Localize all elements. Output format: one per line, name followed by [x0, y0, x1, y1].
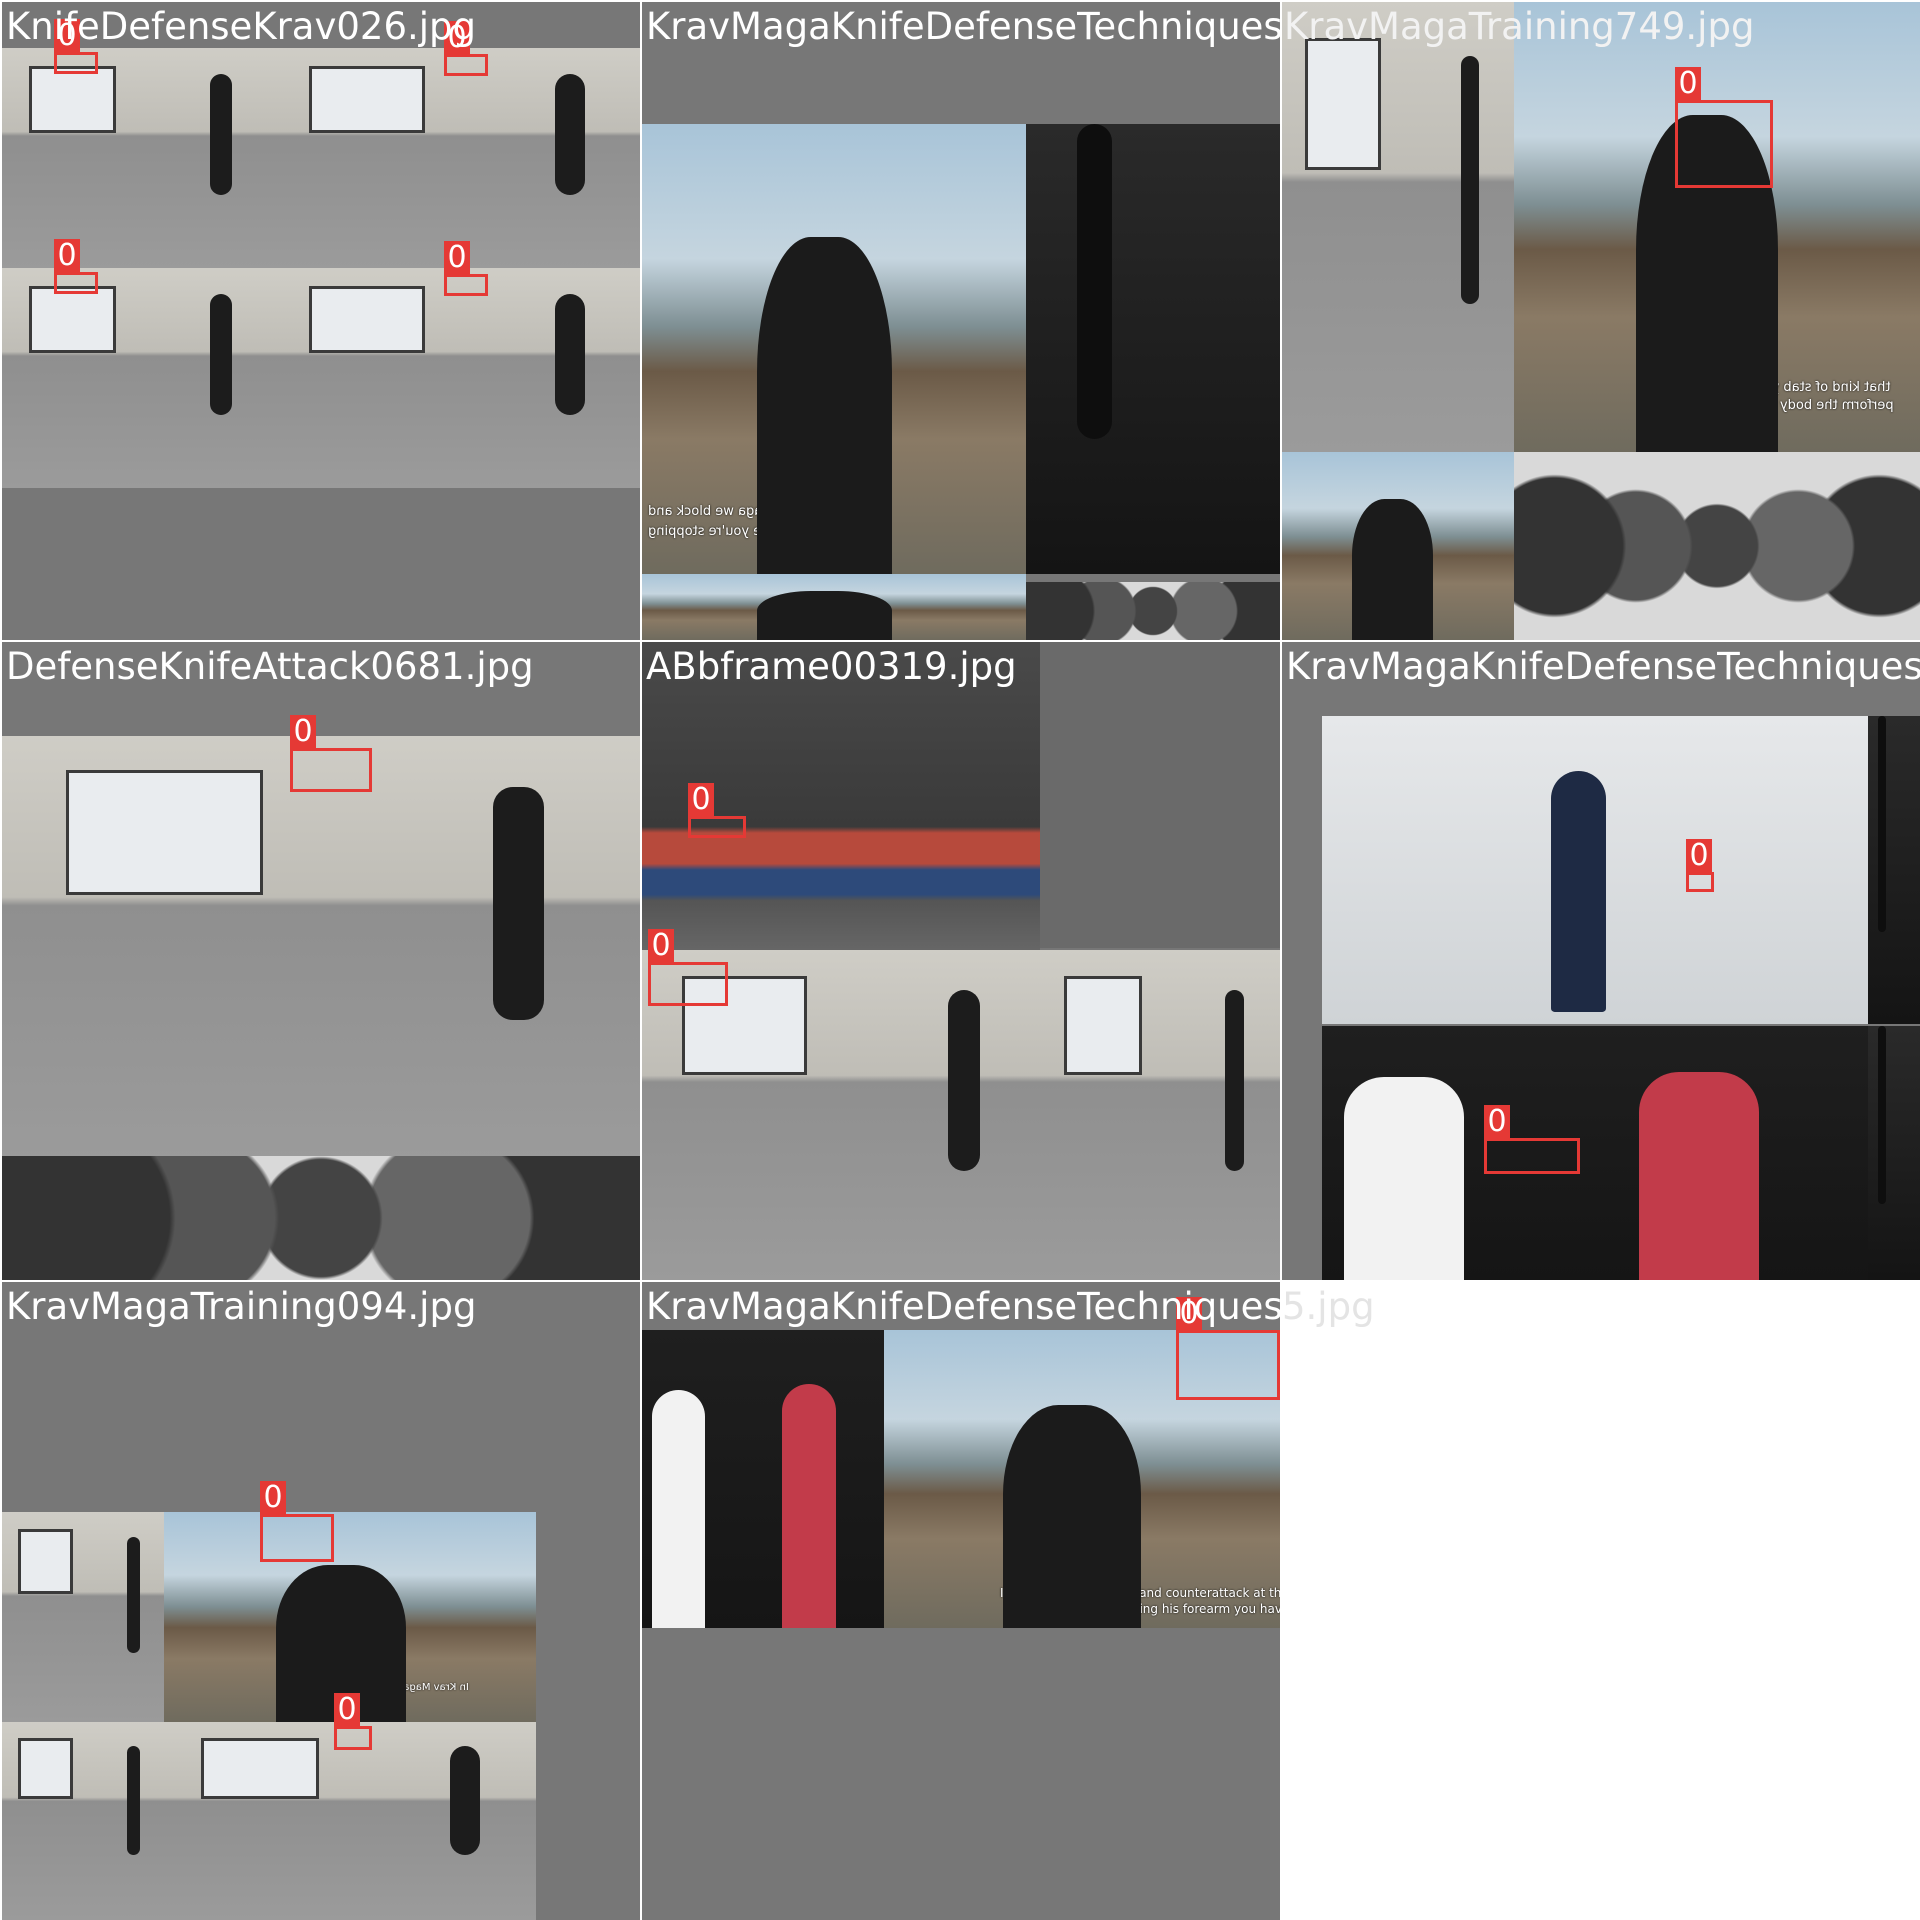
image-region [2, 48, 272, 268]
tile-title: KravMagaKnifeDefenseTechniques775.jpg [646, 1285, 1280, 1328]
video-caption: In Krav Maga we block and [648, 504, 824, 519]
tile-4: DefenseKnifeAttack0681.jpg 0 [2, 642, 640, 1280]
tile-title-overflow: 5.jpg [1282, 1285, 1375, 1328]
tile-title: ABbframe00319.jpg [646, 645, 1017, 688]
tile-title: DefenseKnifeAttack0681.jpg [6, 645, 534, 688]
detection-box: 0 [54, 239, 98, 294]
detection-box: 0 [334, 1693, 372, 1750]
video-caption: In Krav Maga we block and counterattack … [1000, 1586, 1280, 1600]
detection-box: 0 [260, 1481, 334, 1562]
image-region [2, 1156, 640, 1280]
image-region [2, 1512, 164, 1722]
image-region [1868, 1026, 1920, 1280]
class-label: 0 [1484, 1105, 1510, 1139]
detection-box: 0 [1176, 1297, 1280, 1400]
image-region [1282, 452, 1514, 640]
image-region: that kind of stab you will receive, perf… [1514, 2, 1920, 452]
tile-1: KnifeDefenseKrav026.jpg 0 0 0 0 [2, 2, 640, 640]
class-label: 0 [334, 1693, 360, 1727]
image-region [1868, 716, 1920, 1024]
image-region: In Krav Maga we block and so while you'r… [642, 124, 1026, 574]
tile-6: KravMagaKnifeDefenseTechniques26 0 0 [1282, 642, 1920, 1280]
tile-8: KravMagaKnifeDefenseTechniques775.jpg In… [642, 1282, 1280, 1920]
tile-5: ABbframe00319.jpg 0 0 [642, 642, 1280, 1280]
image-region [1026, 124, 1280, 574]
class-label: 0 [290, 715, 316, 749]
image-region [642, 1330, 884, 1628]
image-region [1040, 642, 1280, 948]
video-caption: so while you're stopping [648, 524, 807, 539]
image-region [1282, 2, 1514, 452]
detection-box: 0 [1686, 839, 1714, 892]
tile-2: KravMagaKnifeDefenseTechniques228.jpg In… [642, 2, 1280, 640]
image-region [1040, 950, 1280, 1280]
tile-3: that kind of stab you will receive, perf… [1282, 2, 1920, 640]
class-label: 0 [260, 1481, 286, 1515]
detection-box: 0 [54, 19, 98, 74]
class-label: 0 [648, 929, 674, 963]
class-label: 0 [1675, 67, 1701, 101]
image-region [642, 574, 1026, 640]
tile-7: KravMagaTraining094.jpg In Krav Maga we … [2, 1282, 640, 1920]
detection-box: 0 [1484, 1105, 1580, 1174]
image-region [1514, 452, 1920, 640]
tile-title: KravMagaKnifeDefenseTechniques26 [1286, 645, 1920, 688]
tile-title: KravMagaKnifeDefenseTechniques228.jpg [646, 5, 1280, 48]
image-region [2, 736, 640, 1160]
tile-title: KravMagaTraining094.jpg [6, 1285, 477, 1328]
tile-title: KnifeDefenseKrav026.jpg [6, 5, 476, 48]
detection-box: 0 [648, 929, 728, 1006]
image-region [1322, 716, 1868, 1024]
class-label: 0 [688, 783, 714, 817]
video-caption: that kind of stab you will receive, [1674, 380, 1891, 395]
detection-box: 0 [290, 715, 372, 792]
detection-box: 0 [444, 241, 488, 296]
detection-box: 0 [688, 783, 746, 838]
image-region [2, 1722, 164, 1920]
detection-box: 0 [444, 21, 488, 76]
image-region [272, 48, 640, 268]
video-caption: so while you're stopping his forearm you… [1012, 1602, 1280, 1616]
image-region [1322, 1026, 1868, 1280]
image-region [164, 1722, 536, 1920]
class-label: 0 [444, 241, 470, 275]
image-region [272, 268, 640, 488]
image-region [1026, 582, 1280, 640]
image-region [2, 268, 272, 488]
video-caption: perform the body defense [1724, 398, 1894, 413]
image-region: In Krav Maga we block and [164, 1512, 536, 1722]
class-label: 0 [1686, 839, 1712, 873]
class-label: 0 [54, 239, 80, 273]
detection-box: 0 [1675, 67, 1773, 188]
tile-title-overflow: KravMagaTraining749.jpg [1284, 5, 1755, 48]
